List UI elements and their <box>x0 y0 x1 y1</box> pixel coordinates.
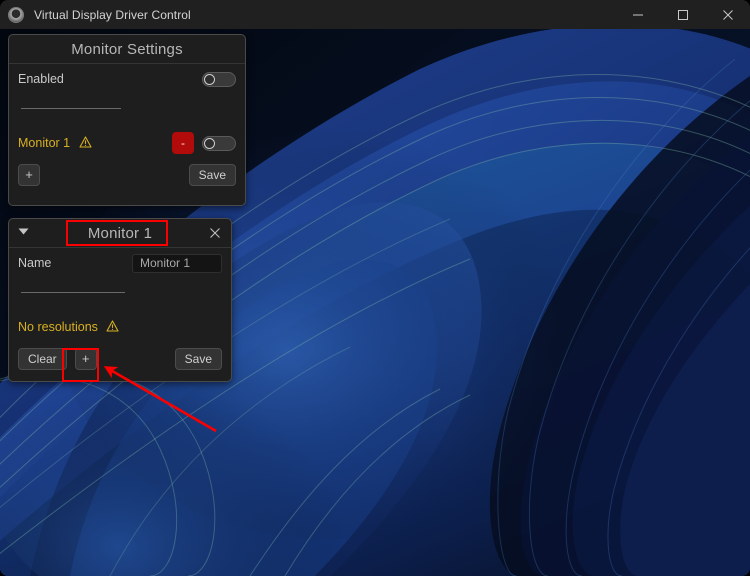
monitor-settings-panel: Monitor Settings Enabled Monitor 1 - + S… <box>8 34 246 206</box>
monitor-settings-header: Monitor Settings <box>9 35 245 64</box>
caret-down-icon[interactable] <box>18 228 29 239</box>
enabled-row: Enabled <box>9 64 245 94</box>
enabled-toggle[interactable] <box>202 71 236 87</box>
monitor-settings-footer: + Save <box>9 158 245 191</box>
monitor-detail-body: Name Monitor 1 No resolutions Clear + Sa… <box>9 248 231 375</box>
warning-triangle-icon <box>106 319 119 335</box>
add-monitor-button[interactable]: + <box>18 163 40 186</box>
minimize-icon <box>632 14 643 15</box>
monitor-detail-save-button[interactable]: Save <box>174 347 222 370</box>
clear-button[interactable]: Clear <box>18 347 67 370</box>
app-logo-icon <box>8 6 24 23</box>
toggle-knob <box>204 73 215 85</box>
app-window: Virtual Display Driver Control Monitor S… <box>0 0 750 576</box>
maximize-icon <box>677 9 688 20</box>
monitor-toggle[interactable] <box>202 135 236 151</box>
monitor-row-name: Monitor 1 <box>18 135 71 150</box>
monitor-name-input[interactable]: Monitor 1 <box>132 253 222 273</box>
monitor-detail-panel: Monitor 1 Name Monitor 1 No resolutions <box>8 218 232 382</box>
close-icon <box>210 228 220 238</box>
monitor-detail-add-button[interactable]: + <box>74 347 97 370</box>
monitor-detail-close-button[interactable] <box>206 224 224 242</box>
monitor-settings-title: Monitor Settings <box>71 40 183 58</box>
list-separator-rule <box>21 292 125 293</box>
save-settings-button[interactable]: Save <box>188 163 236 186</box>
list-separator-rule <box>21 108 121 109</box>
toggle-knob <box>204 137 215 149</box>
monitor-list-area <box>9 94 245 128</box>
monitor-settings-body: Enabled Monitor 1 - + Save <box>9 64 245 191</box>
enabled-label: Enabled <box>18 72 64 86</box>
resolution-status-row: No resolutions <box>9 312 231 342</box>
minimize-button[interactable] <box>615 0 660 29</box>
warning-triangle-icon <box>79 135 92 151</box>
remove-monitor-button[interactable]: - <box>172 132 194 154</box>
resolution-list-area <box>9 278 231 312</box>
window-controls <box>615 0 750 29</box>
window-titlebar: Virtual Display Driver Control <box>0 0 750 29</box>
name-row: Name Monitor 1 <box>9 248 231 278</box>
monitor-detail-header: Monitor 1 <box>9 219 231 248</box>
close-icon <box>722 9 733 20</box>
monitor-detail-title: Monitor 1 <box>87 224 153 242</box>
name-label: Name <box>18 256 52 270</box>
maximize-button[interactable] <box>660 0 705 29</box>
resolution-status-label: No resolutions <box>18 320 119 335</box>
window-title: Virtual Display Driver Control <box>34 7 191 22</box>
monitor-detail-footer: Clear + Save <box>9 342 231 375</box>
monitor-row-label: Monitor 1 <box>18 136 92 151</box>
monitor-row[interactable]: Monitor 1 - <box>9 128 245 158</box>
resolution-status-text: No resolutions <box>18 319 98 334</box>
close-button[interactable] <box>705 0 750 29</box>
